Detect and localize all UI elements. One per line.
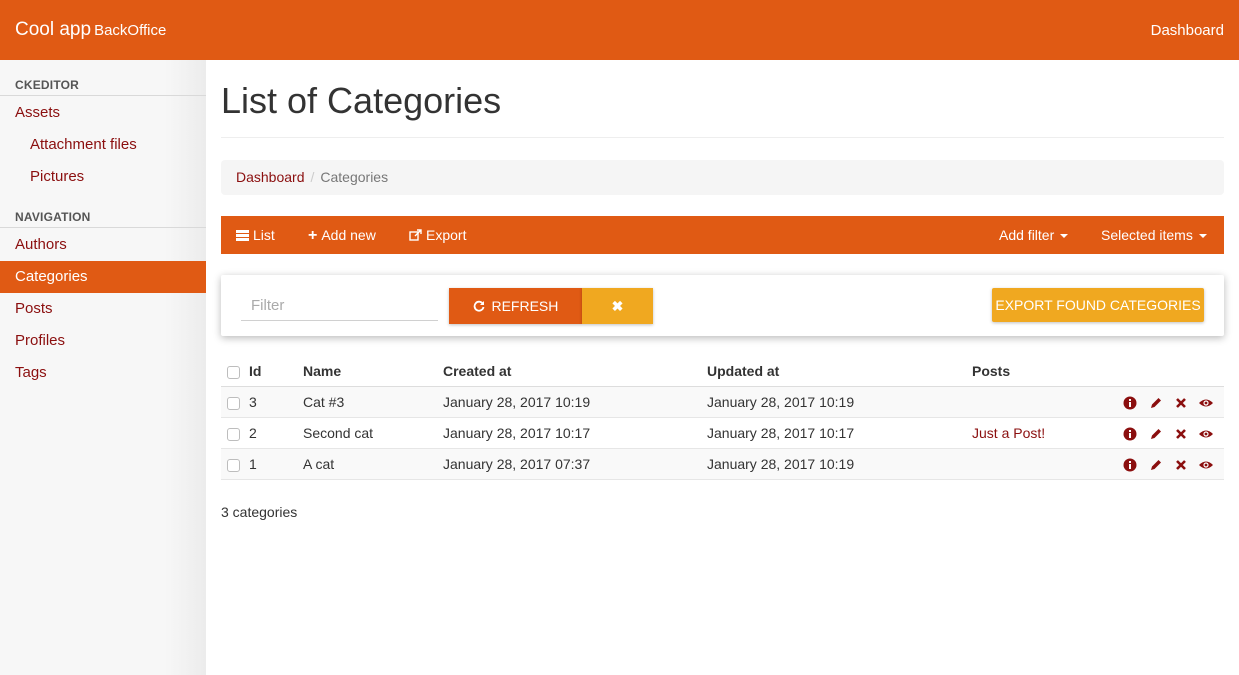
edit-pencil-icon[interactable] (1148, 426, 1164, 442)
page-title: List of Categories (221, 80, 502, 121)
brand-title: Cool app (15, 19, 92, 40)
sidebar-divider (0, 227, 206, 228)
clear-filter-button[interactable]: ✖ (582, 288, 653, 324)
export-button[interactable]: Export (409, 216, 466, 254)
row-checkbox[interactable] (227, 459, 240, 472)
list-icon (236, 230, 249, 241)
view-eye-icon[interactable] (1198, 457, 1214, 473)
row-checkbox[interactable] (227, 397, 240, 410)
cell-created-at: January 28, 2017 10:17 (443, 425, 591, 441)
categories-table: Id Name Created at Updated at Posts 3 Ca… (221, 356, 1224, 480)
sidebar-item-assets[interactable]: Assets (0, 97, 206, 129)
filter-panel: REFRESH ✖ EXPORT FOUND CATEGORIES (221, 275, 1224, 336)
column-header-created-at[interactable]: Created at (443, 356, 511, 387)
result-count: 3 categories (221, 504, 298, 520)
close-icon: ✖ (611, 297, 624, 314)
column-header-id[interactable]: Id (249, 356, 261, 387)
refresh-button[interactable]: REFRESH (449, 288, 582, 324)
sidebar-item-categories[interactable]: Categories (0, 261, 206, 293)
sidebar-item-pictures[interactable]: Pictures (0, 161, 206, 193)
sidebar-item-attachment-files[interactable]: Attachment files (0, 129, 206, 161)
edit-pencil-icon[interactable] (1148, 395, 1164, 411)
breadcrumb: Dashboard / Categories (221, 160, 1224, 195)
delete-x-icon[interactable] (1173, 457, 1189, 473)
sidebar-divider (0, 95, 206, 96)
cell-updated-at: January 28, 2017 10:19 (707, 394, 855, 410)
add-new-button[interactable]: + Add new (308, 216, 376, 254)
column-header-name[interactable]: Name (303, 356, 341, 387)
title-divider (221, 137, 1224, 138)
sidebar-item-tags[interactable]: Tags (0, 357, 206, 389)
cell-id: 3 (249, 394, 257, 410)
column-header-updated-at[interactable]: Updated at (707, 356, 779, 387)
filter-input[interactable] (241, 291, 438, 321)
sidebar-header-ckeditor: CKEDITOR (15, 78, 80, 92)
info-icon[interactable] (1122, 426, 1138, 442)
post-link[interactable]: Just a Post! (972, 425, 1045, 441)
cell-name: Cat #3 (303, 394, 345, 410)
cell-name: A cat (303, 456, 335, 472)
sidebar-header-navigation: NAVIGATION (15, 210, 91, 224)
info-icon[interactable] (1122, 395, 1138, 411)
select-all-checkbox[interactable] (227, 366, 240, 379)
add-filter-dropdown[interactable]: Add filter (999, 216, 1069, 254)
list-label: List (253, 227, 275, 243)
selected-items-dropdown[interactable]: Selected items (1101, 216, 1207, 254)
top-navbar: Cool app BackOffice Dashboard (0, 0, 1239, 60)
caret-down-icon (1198, 234, 1207, 239)
sidebar-item-posts[interactable]: Posts (0, 293, 206, 325)
cell-id: 2 (249, 425, 257, 441)
sidebar-item-authors[interactable]: Authors (0, 229, 206, 261)
refresh-label: REFRESH (491, 298, 559, 314)
cell-id: 1 (249, 456, 257, 472)
view-eye-icon[interactable] (1198, 426, 1214, 442)
action-bar: List + Add new Export Add filter Selected… (221, 216, 1224, 254)
column-header-posts[interactable]: Posts (972, 356, 1010, 387)
plus-icon: + (308, 227, 318, 244)
top-dashboard-link[interactable]: Dashboard (1151, 22, 1224, 39)
row-checkbox[interactable] (227, 428, 240, 441)
table-row: 3 Cat #3 January 28, 2017 10:19 January … (221, 387, 1224, 418)
selected-items-label: Selected items (1101, 227, 1193, 243)
table-header-row: Id Name Created at Updated at Posts (221, 356, 1224, 387)
sidebar-item-profiles[interactable]: Profiles (0, 325, 206, 357)
list-button[interactable]: List (236, 216, 275, 254)
export-label: Export (426, 227, 467, 243)
sidebar: CKEDITOR Assets Attachment files Picture… (0, 60, 206, 675)
refresh-icon (473, 298, 492, 314)
add-new-label: Add new (321, 227, 376, 243)
cell-created-at: January 28, 2017 07:37 (443, 456, 591, 472)
table-row: 2 Second cat January 28, 2017 10:17 Janu… (221, 418, 1224, 449)
breadcrumb-separator: / (310, 169, 315, 185)
add-filter-label: Add filter (999, 227, 1055, 243)
export-found-button[interactable]: EXPORT FOUND CATEGORIES (992, 288, 1204, 322)
table-row: 1 A cat January 28, 2017 07:37 January 2… (221, 449, 1224, 480)
share-square-icon (409, 216, 422, 254)
edit-pencil-icon[interactable] (1148, 457, 1164, 473)
cell-updated-at: January 28, 2017 10:17 (707, 425, 855, 441)
cell-posts: Just a Post! (972, 418, 1045, 449)
delete-x-icon[interactable] (1173, 426, 1189, 442)
cell-name: Second cat (303, 425, 374, 441)
delete-x-icon[interactable] (1173, 395, 1189, 411)
brand-subtitle: BackOffice (94, 22, 167, 39)
caret-down-icon (1060, 234, 1069, 239)
cell-created-at: January 28, 2017 10:19 (443, 394, 591, 410)
breadcrumb-dashboard-link[interactable]: Dashboard (236, 169, 305, 185)
view-eye-icon[interactable] (1198, 395, 1214, 411)
brand[interactable]: Cool app BackOffice (15, 19, 166, 41)
breadcrumb-current: Categories (320, 169, 389, 185)
info-icon[interactable] (1122, 457, 1138, 473)
cell-updated-at: January 28, 2017 10:19 (707, 456, 855, 472)
